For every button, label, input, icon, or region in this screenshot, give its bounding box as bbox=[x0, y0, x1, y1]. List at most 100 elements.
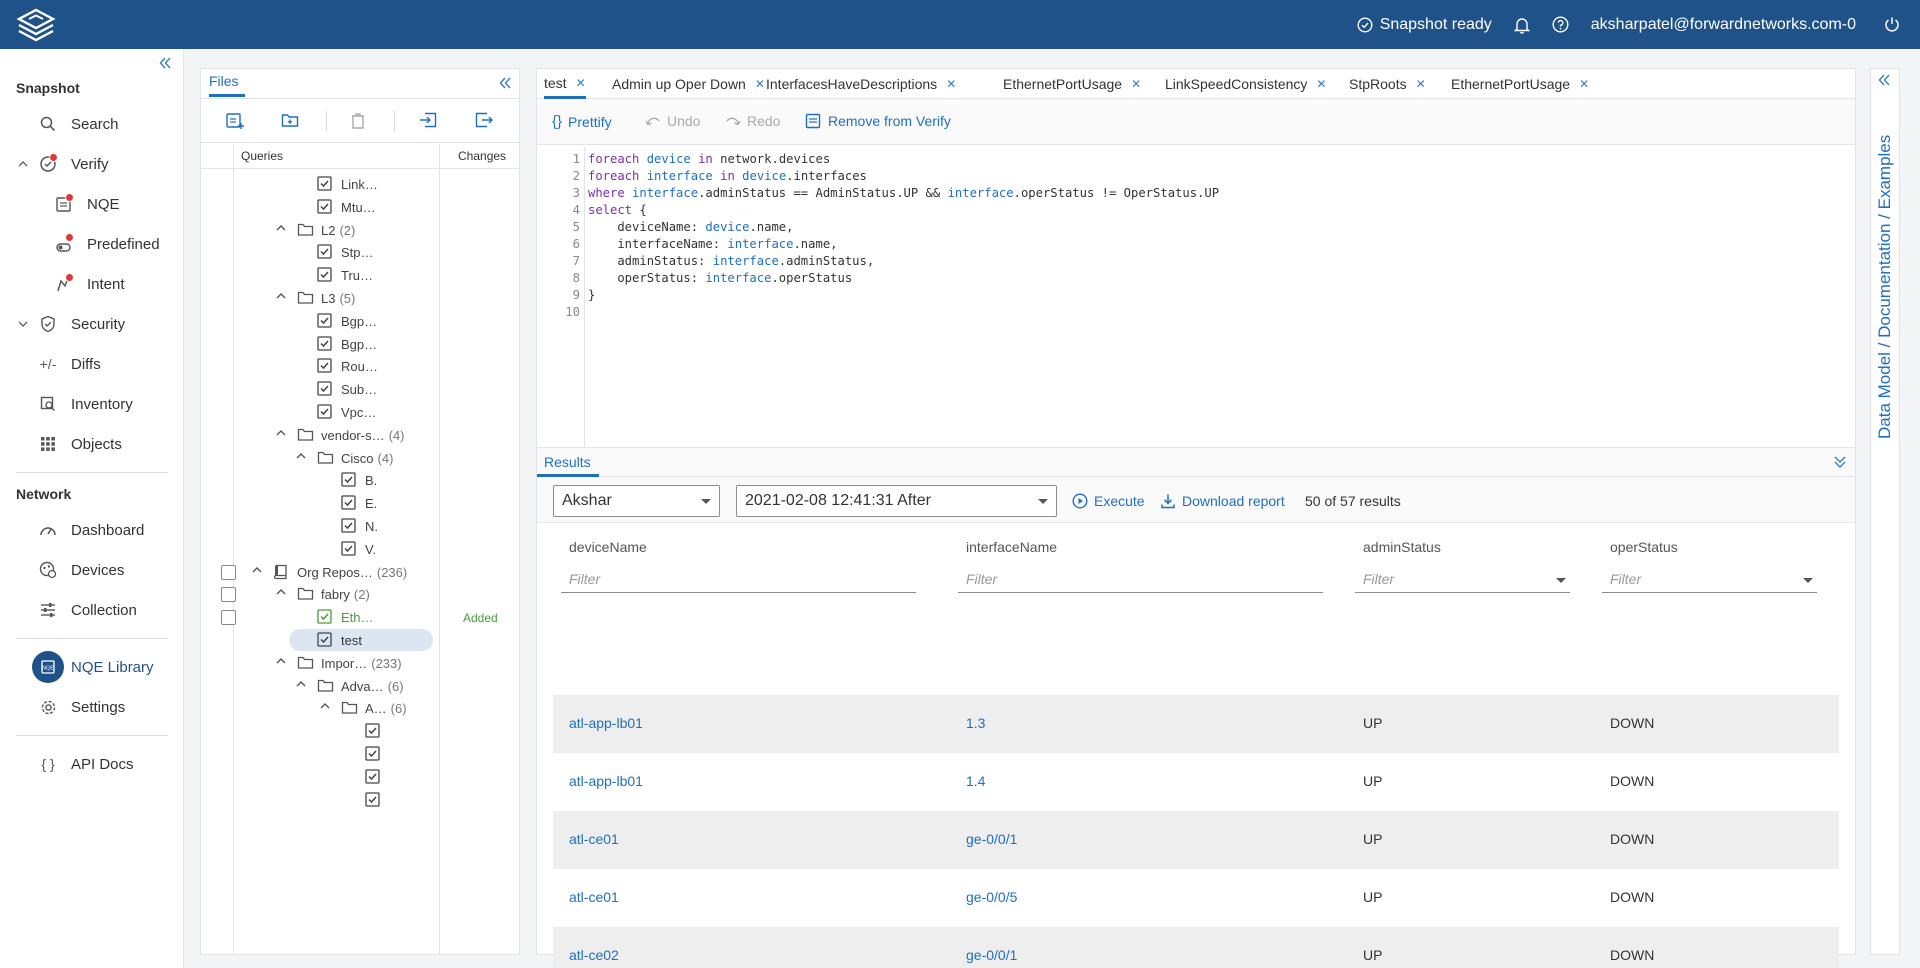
collapse-files-icon[interactable] bbox=[499, 77, 511, 89]
query-checkbox-icon[interactable] bbox=[317, 313, 333, 329]
column-header[interactable]: operStatus bbox=[1610, 539, 1678, 555]
close-icon[interactable]: ✕ bbox=[1416, 77, 1426, 91]
chevron-up-icon[interactable] bbox=[276, 657, 286, 665]
query-item[interactable]: N. bbox=[201, 515, 519, 538]
query-checkbox-icon[interactable] bbox=[341, 541, 357, 557]
export-icon[interactable] bbox=[475, 112, 493, 128]
table-cell-link[interactable]: atl-ce02 bbox=[569, 947, 619, 963]
nav-objects[interactable]: Objects bbox=[0, 427, 184, 461]
user-menu[interactable]: aksharpatel@forwardnetworks.com-0 bbox=[1591, 16, 1856, 34]
close-icon[interactable]: ✕ bbox=[576, 76, 586, 90]
table-cell-link[interactable]: ge-0/0/1 bbox=[966, 947, 1017, 963]
chevron-up-icon[interactable] bbox=[296, 452, 306, 460]
query-item[interactable]: B. bbox=[201, 469, 519, 492]
table-row[interactable]: atl-ce01 ge-0/0/1 UP DOWN bbox=[553, 811, 1839, 869]
query-item-unlabeled[interactable] bbox=[201, 720, 519, 743]
folder-item[interactable]: Impor… (233) bbox=[201, 652, 519, 675]
folder-item[interactable]: L2 (2) bbox=[201, 219, 519, 242]
nav-inventory[interactable]: Inventory bbox=[0, 387, 184, 421]
chevron-down-icon[interactable] bbox=[18, 320, 28, 328]
query-item-unlabeled[interactable] bbox=[201, 743, 519, 766]
chevron-up-icon[interactable] bbox=[296, 680, 306, 688]
query-checkbox-icon[interactable] bbox=[317, 609, 333, 625]
query-item[interactable]: Bgp… bbox=[201, 310, 519, 333]
editor-tab[interactable]: LinkSpeedConsistency ✕ bbox=[1165, 69, 1326, 99]
table-cell-link[interactable]: atl-ce01 bbox=[569, 889, 619, 905]
chevron-up-icon[interactable] bbox=[276, 292, 286, 300]
row-select-checkbox[interactable] bbox=[221, 610, 236, 626]
query-checkbox-icon[interactable] bbox=[317, 404, 333, 420]
new-query-icon[interactable] bbox=[225, 112, 245, 130]
nav-settings[interactable]: Settings bbox=[0, 690, 184, 724]
forward-networks-logo-icon[interactable] bbox=[14, 7, 58, 43]
query-item[interactable]: Rou… bbox=[201, 355, 519, 378]
expand-docs-icon[interactable] bbox=[1878, 74, 1890, 86]
query-checkbox-icon[interactable] bbox=[365, 746, 381, 762]
column-filter-input[interactable]: Filter bbox=[1355, 569, 1570, 593]
table-cell-link[interactable]: ge-0/0/5 bbox=[966, 889, 1017, 905]
table-cell-link[interactable]: atl-app-lb01 bbox=[569, 773, 643, 789]
query-checkbox-icon[interactable] bbox=[341, 472, 357, 488]
query-item[interactable]: Link… bbox=[201, 173, 519, 196]
collapse-results-icon[interactable] bbox=[1833, 455, 1847, 469]
query-item[interactable]: Mtu… bbox=[201, 196, 519, 219]
table-cell-link[interactable]: 1.4 bbox=[966, 773, 985, 789]
column-header[interactable]: adminStatus bbox=[1363, 539, 1441, 555]
close-icon[interactable]: ✕ bbox=[946, 77, 956, 91]
query-checkbox-icon[interactable] bbox=[317, 381, 333, 397]
close-icon[interactable]: ✕ bbox=[1316, 77, 1326, 91]
undo-button[interactable]: Undo bbox=[645, 113, 700, 129]
results-tab[interactable]: Results bbox=[544, 454, 591, 470]
query-item[interactable]: Bgp… bbox=[201, 333, 519, 356]
close-icon[interactable]: ✕ bbox=[755, 77, 765, 91]
table-cell-link[interactable]: atl-app-lb01 bbox=[569, 715, 643, 731]
query-item[interactable]: Vpc… bbox=[201, 401, 519, 424]
query-item[interactable]: Tru… bbox=[201, 264, 519, 287]
power-icon[interactable] bbox=[1884, 16, 1900, 33]
query-checkbox-icon[interactable] bbox=[317, 267, 333, 283]
new-folder-icon[interactable] bbox=[281, 112, 299, 128]
nav-devices[interactable]: Devices bbox=[0, 553, 184, 587]
table-cell-link[interactable]: atl-ce01 bbox=[569, 831, 619, 847]
table-row[interactable]: atl-app-lb01 1.3 UP DOWN bbox=[553, 695, 1839, 753]
editor-tab[interactable]: EthernetPortUsage ✕ bbox=[1003, 69, 1141, 99]
query-checkbox-icon[interactable] bbox=[365, 723, 381, 739]
download-report-button[interactable]: Download report bbox=[1160, 493, 1285, 509]
query-item-unlabeled[interactable] bbox=[201, 789, 519, 812]
dropdown-arrow-icon[interactable] bbox=[1803, 578, 1813, 583]
query-item[interactable]: E. bbox=[201, 492, 519, 515]
table-row[interactable]: atl-ce02 ge-0/0/1 UP DOWN bbox=[553, 927, 1839, 968]
query-checkbox-icon[interactable] bbox=[317, 244, 333, 260]
editor-tab[interactable]: test ✕ bbox=[544, 69, 586, 99]
row-select-checkbox[interactable] bbox=[221, 564, 236, 580]
query-checkbox-icon[interactable] bbox=[317, 632, 333, 648]
prettify-button[interactable]: {} Prettify bbox=[552, 113, 612, 130]
chevron-up-icon[interactable] bbox=[252, 566, 262, 574]
import-icon[interactable] bbox=[419, 112, 437, 128]
query-item[interactable]: Sub… bbox=[201, 378, 519, 401]
nav-dashboard[interactable]: Dashboard bbox=[0, 513, 184, 547]
nav-search[interactable]: Search bbox=[0, 107, 184, 141]
column-filter-input[interactable]: Filter bbox=[1602, 569, 1817, 593]
nav-security[interactable]: Security bbox=[0, 307, 184, 341]
bell-icon[interactable] bbox=[1513, 16, 1530, 34]
nav-nqe-library[interactable]: NQE NQE Library bbox=[0, 650, 184, 684]
chevron-up-icon[interactable] bbox=[276, 429, 286, 437]
close-icon[interactable]: ✕ bbox=[1131, 77, 1141, 91]
nav-api-docs[interactable]: { } API Docs bbox=[0, 747, 184, 781]
query-item[interactable]: Stp… bbox=[201, 241, 519, 264]
column-header[interactable]: interfaceName bbox=[966, 539, 1057, 555]
folder-item[interactable]: vendor-s… (4) bbox=[201, 424, 519, 447]
dropdown-arrow-icon[interactable] bbox=[1556, 578, 1566, 583]
editor-tab[interactable]: InterfacesHaveDescriptions ✕ bbox=[766, 69, 956, 99]
table-cell-link[interactable]: 1.3 bbox=[966, 715, 985, 731]
nav-intent[interactable]: Intent bbox=[0, 267, 184, 301]
folder-item[interactable]: Adva… (6) bbox=[201, 675, 519, 698]
nav-verify[interactable]: Verify bbox=[0, 147, 184, 181]
query-checkbox-icon[interactable] bbox=[317, 176, 333, 192]
collapse-nav-icon[interactable] bbox=[159, 57, 171, 69]
folder-item[interactable]: L3 (5) bbox=[201, 287, 519, 310]
editor-tab[interactable]: StpRoots ✕ bbox=[1349, 69, 1426, 99]
query-item[interactable]: V. bbox=[201, 538, 519, 561]
query-item[interactable]: Eth… Added bbox=[201, 606, 519, 629]
